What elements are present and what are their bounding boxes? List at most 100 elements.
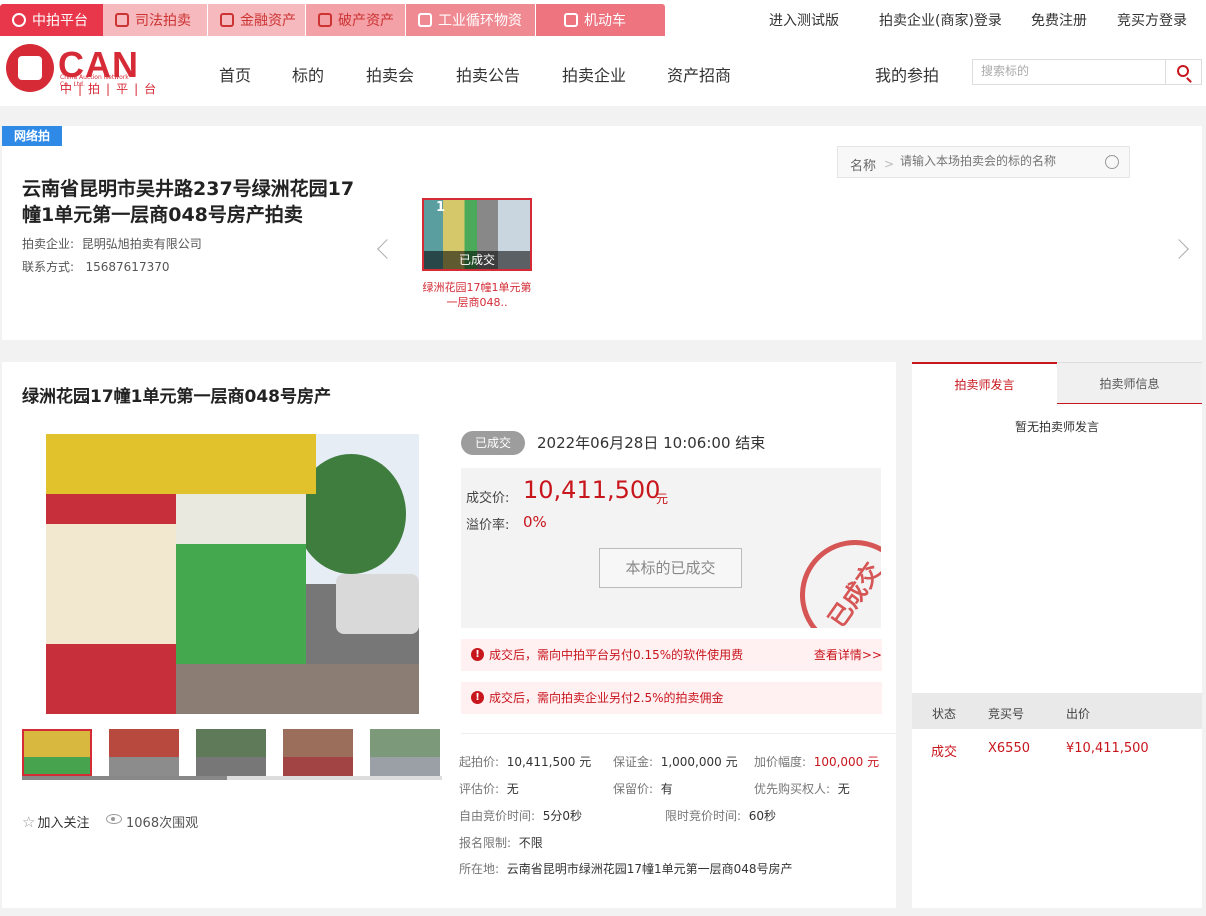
info-value: 无 <box>837 782 850 796</box>
gavel-icon <box>115 13 129 27</box>
lot-title: 绿洲花园17幢1单元第一层商048号房产 <box>22 387 331 407</box>
nav-home[interactable]: 首页 <box>219 62 251 86</box>
image-canopy <box>46 434 316 494</box>
lot-sold-button[interactable]: 本标的已成交 <box>599 548 742 588</box>
search-button[interactable] <box>1165 60 1201 84</box>
info-value: 不限 <box>518 836 543 850</box>
image-shop-window <box>46 524 176 644</box>
priority-buyer: 优先购买权人: 无 <box>754 780 850 797</box>
gallery-thumbnail[interactable] <box>109 729 179 776</box>
thumb-top <box>283 729 353 758</box>
nav-asset-investment[interactable]: 资产招商 <box>667 62 731 86</box>
lot-search-label: 名称 <box>850 159 877 174</box>
increment: 加价幅度: 100,000 元 <box>754 753 879 770</box>
nav-auction-companies[interactable]: 拍卖企业 <box>562 62 626 86</box>
search-icon <box>1177 65 1189 77</box>
link-register[interactable]: 免费注册 <box>1031 10 1087 30</box>
platform-logo-icon <box>12 13 26 27</box>
tab-auctioneer-info[interactable]: 拍卖师信息 <box>1057 362 1202 404</box>
thumb-bottom <box>109 757 179 776</box>
info-key: 加价幅度: <box>754 755 807 769</box>
tab-platform[interactable]: 中拍平台 <box>0 4 103 36</box>
divider <box>461 733 896 734</box>
gallery-thumbnail[interactable] <box>196 729 266 776</box>
tab-bankruptcy-assets[interactable]: 破产资产 <box>305 4 405 36</box>
tab-label: 金融资产 <box>240 13 296 29</box>
tab-financial-assets[interactable]: 金融资产 <box>207 4 305 36</box>
alert-icon: ! <box>471 691 484 704</box>
search-icon[interactable] <box>1105 155 1119 169</box>
car-icon <box>564 13 578 27</box>
bid-header-status: 状态 <box>932 707 957 721</box>
bankruptcy-icon <box>318 13 332 27</box>
image-wall-top <box>176 494 306 544</box>
thumb-top <box>370 729 440 758</box>
follow-button[interactable]: ☆ 加入关注 <box>22 812 89 831</box>
lot-search-input[interactable] <box>900 154 1100 168</box>
lot-main-image[interactable] <box>46 434 419 714</box>
info-value: 60秒 <box>748 809 776 823</box>
gallery-thumbnail[interactable] <box>283 729 353 776</box>
company-name[interactable]: 昆明弘旭拍卖有限公司 <box>82 237 202 251</box>
info-value: 10,411,500 元 <box>506 755 592 769</box>
link-company-login[interactable]: 拍卖企业(商家)登录 <box>879 10 1002 30</box>
image-sidewalk <box>176 664 419 714</box>
info-key: 自由竞价时间: <box>459 809 536 823</box>
end-time: 2022年06月28日 10:06:00 结束 <box>537 434 766 452</box>
tab-label: 机动车 <box>584 13 626 29</box>
nav-announcements[interactable]: 拍卖公告 <box>456 62 520 86</box>
image-cars <box>336 574 419 634</box>
search-box <box>972 59 1202 85</box>
tab-label: 工业循环物资 <box>438 13 522 29</box>
bid-row-number: X6550 <box>988 741 1030 756</box>
info-value: 1,000,000 元 <box>660 755 738 769</box>
thumb-bottom <box>370 757 440 776</box>
lot-thumbnail-card[interactable]: 1 已成交 <box>422 198 532 271</box>
company-label: 拍卖企业: <box>22 237 75 251</box>
star-icon: ☆ <box>22 813 36 831</box>
bid-row-price: ¥10,411,500 <box>1066 741 1149 756</box>
link-bidder-login[interactable]: 竞买方登录 <box>1117 10 1187 30</box>
session-title: 云南省昆明市吴井路237号绿洲花园17幢1单元第一层商048号房产拍卖 <box>22 178 355 226</box>
deposit: 保证金: 1,000,000 元 <box>613 753 738 770</box>
info-value: 100,000 元 <box>813 755 880 769</box>
info-value: 5分0秒 <box>542 809 582 823</box>
gallery-thumbnail[interactable] <box>22 729 92 776</box>
lot-thumbnail-caption[interactable]: 绿洲花园17幢1单元第一层商048.. <box>418 280 536 310</box>
view-details-link[interactable]: 查看详情>> <box>814 639 882 671</box>
info-key: 所在地: <box>459 862 500 876</box>
recycle-icon <box>418 13 432 27</box>
nav-auctions[interactable]: 拍卖会 <box>366 62 414 86</box>
info-key: 限时竞价时间: <box>665 809 742 823</box>
deal-price-unit: 元 <box>656 492 669 506</box>
tab-motor-vehicles[interactable]: 机动车 <box>535 4 665 36</box>
premium-label: 溢价率: <box>466 518 510 533</box>
info-key: 评估价: <box>459 782 500 796</box>
location: 所在地: 云南省昆明市绿洲花园17幢1单元第一层商048号房产 <box>459 860 793 877</box>
bank-icon <box>220 13 234 27</box>
tab-label: 中拍平台 <box>32 13 88 29</box>
bid-row-status: 成交 <box>931 745 958 760</box>
tab-label: 破产资产 <box>338 13 394 29</box>
reserve-price: 保留价: 有 <box>613 780 673 797</box>
search-input[interactable] <box>981 64 1161 78</box>
link-test-version[interactable]: 进入测试版 <box>769 10 839 30</box>
can-logo-icon[interactable] <box>6 44 54 92</box>
tab-industrial-recycling[interactable]: 工业循环物资 <box>405 4 535 36</box>
signup-limit: 报名限制: 不限 <box>459 834 543 851</box>
tab-auctioneer-speech[interactable]: 拍卖师发言 <box>912 362 1057 404</box>
no-speech-message: 暂无拍卖师发言 <box>1014 420 1099 434</box>
session-company: 拍卖企业: 昆明弘旭拍卖有限公司 <box>22 235 202 252</box>
thumb-top <box>24 731 90 757</box>
session-contact: 联系方式: 15687617370 <box>22 258 169 275</box>
gallery-scroll-thumb[interactable] <box>22 776 227 780</box>
tab-judicial-auction[interactable]: 司法拍卖 <box>103 4 207 36</box>
thumb-top <box>196 729 266 758</box>
nav-lots[interactable]: 标的 <box>292 62 324 86</box>
contact-label: 联系方式: <box>22 260 75 274</box>
nav-my-bids[interactable]: 我的参拍 <box>875 62 939 86</box>
lot-status-badge: 已成交 <box>461 431 525 455</box>
gallery-thumbnail[interactable] <box>370 729 440 776</box>
alert-icon: ! <box>471 648 484 661</box>
bid-header-number: 竞买号 <box>988 707 1025 721</box>
